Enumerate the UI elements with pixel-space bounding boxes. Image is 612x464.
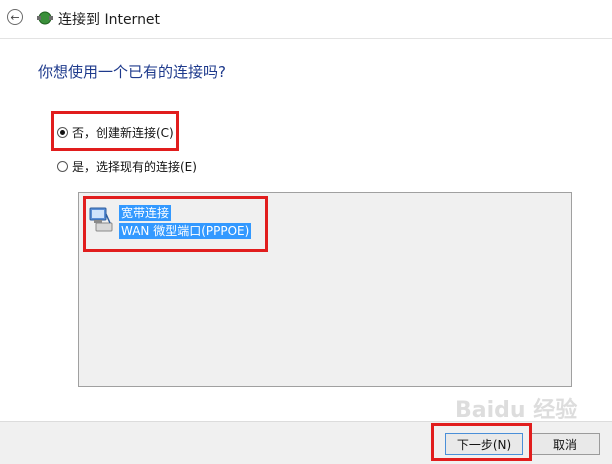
- highlight-box-option: [51, 111, 179, 151]
- back-arrow-icon[interactable]: ←: [7, 9, 23, 25]
- window-title: 连接到 Internet: [58, 12, 161, 28]
- cancel-button[interactable]: 取消: [530, 433, 600, 455]
- option-label: 是，选择现有的连接(E): [72, 160, 197, 174]
- page-heading: 你想使用一个已有的连接吗?: [38, 63, 226, 81]
- highlight-box-connection: [83, 196, 268, 252]
- title-bar: ← 连接到 Internet: [0, 0, 612, 39]
- highlight-box-next-button: [431, 423, 532, 461]
- radio-button-unchecked[interactable]: [57, 161, 68, 172]
- network-connection-icon: [37, 11, 53, 25]
- use-existing-connection-option[interactable]: 是，选择现有的连接(E): [57, 158, 197, 175]
- watermark-logo: Baidu 经验: [455, 398, 578, 423]
